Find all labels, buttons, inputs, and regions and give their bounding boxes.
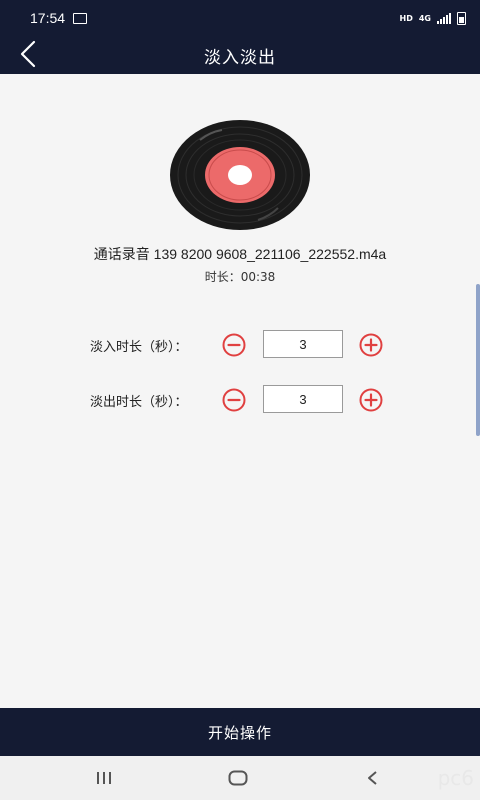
gallery-notification-icon <box>73 12 88 24</box>
system-nav-bar: pc6 <box>0 756 480 800</box>
status-bar: 17:54 HD 4G <box>0 0 480 36</box>
home-icon <box>228 770 248 786</box>
file-duration: 时长：00:38 <box>204 270 276 284</box>
fade-out-input[interactable] <box>263 385 343 413</box>
battery-icon <box>457 11 466 25</box>
fade-in-input[interactable] <box>263 330 343 358</box>
main-content: 通话录音 139 8200 9608_221106_222552.m4a 时长：… <box>0 74 480 708</box>
fade-in-decrease-button[interactable] <box>222 333 246 357</box>
fade-in-row: 淡入时长（秒）： <box>0 330 480 360</box>
fade-out-label: 淡出时长（秒）： <box>90 395 188 410</box>
signal-icon <box>437 12 451 24</box>
nav-back-icon <box>368 771 377 785</box>
recent-apps-icon <box>97 772 111 784</box>
start-button[interactable]: 开始操作 <box>0 708 480 756</box>
status-time: 17:54 <box>30 10 66 26</box>
nav-home-button[interactable] <box>218 764 258 792</box>
fade-out-increase-button[interactable] <box>359 388 383 412</box>
nav-recent-button[interactable] <box>84 764 124 792</box>
status-right: HD 4G <box>399 11 466 25</box>
fade-out-decrease-button[interactable] <box>222 388 246 412</box>
network-label: 4G <box>418 13 431 23</box>
watermark: pc6 <box>437 766 474 790</box>
fade-in-label: 淡入时长（秒）： <box>90 340 188 355</box>
hd-label: HD <box>399 13 413 23</box>
vinyl-record-icon <box>170 120 310 230</box>
nav-back-button[interactable] <box>352 764 392 792</box>
file-name: 通话录音 139 8200 9608_221106_222552.m4a <box>93 246 387 262</box>
fade-in-increase-button[interactable] <box>359 333 383 357</box>
fade-out-row: 淡出时长（秒）： <box>0 385 480 415</box>
page-title: 淡入淡出 <box>204 48 276 68</box>
app-bar: 淡入淡出 <box>0 36 480 74</box>
scroll-indicator[interactable] <box>476 284 480 436</box>
